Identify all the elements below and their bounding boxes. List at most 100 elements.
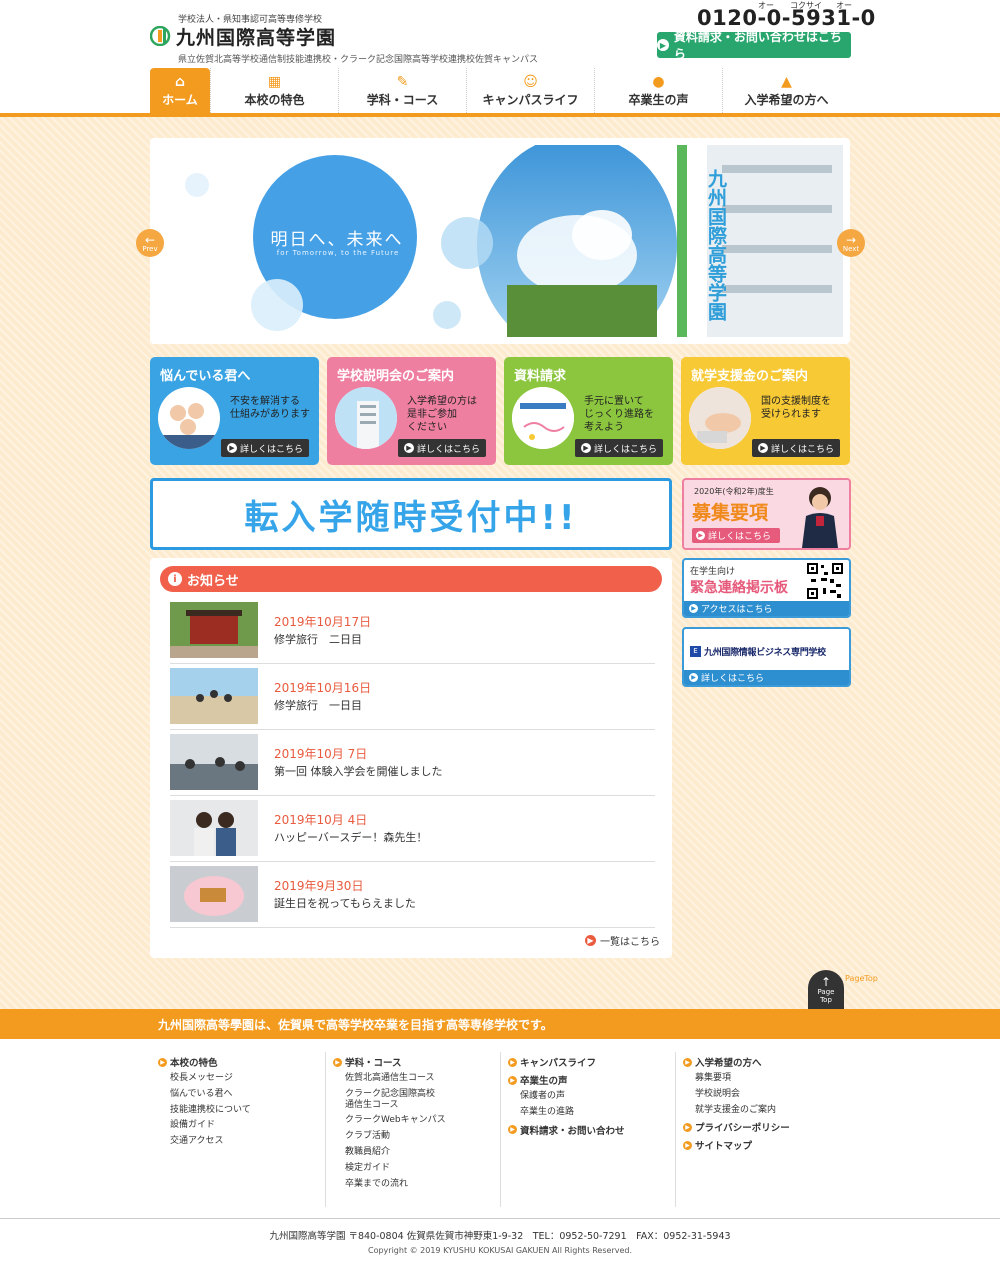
footer-link[interactable]: 募集要項 xyxy=(683,1073,790,1084)
card-details-button[interactable]: ▶ 詳しくはこちら xyxy=(751,439,840,457)
home-icon: ⌂ xyxy=(174,74,186,90)
footer-link-courses[interactable]: ▶ 学科・コース xyxy=(333,1055,446,1069)
news-thumbnail[interactable] xyxy=(170,602,258,658)
footer-link-contact[interactable]: ▶ 資料請求・お問い合わせ xyxy=(508,1123,625,1137)
qr-code-icon xyxy=(806,562,844,600)
footer-tagline: 九州国際高等學園は、佐賀県で高等学校卒業を目指す高等専修学校です。 xyxy=(0,1009,1000,1039)
recruit-banner[interactable]: 2020年(令和2年)度生 募集要項 ▶ 詳しくはこちら xyxy=(682,478,851,550)
footer-link[interactable]: 通信生コース xyxy=(333,1100,446,1111)
slider-next-button[interactable]: → Next xyxy=(837,229,865,257)
hero-slider[interactable]: 明日へ、未来へ for Tomorrow, to the Future 九州国際… xyxy=(150,138,850,344)
nav-item-features[interactable]: ▦ 本校の特色 xyxy=(210,68,338,113)
footer-link[interactable]: 保護者の声 xyxy=(508,1091,625,1102)
card-support-fund[interactable]: 就学支援金のご案内 国の支援制度を 受けられます ▶ 詳しくはこちら xyxy=(681,357,850,465)
news-item[interactable]: 2019年10月 4日 ハッピーバースデー！森先生！ xyxy=(170,796,655,862)
arrow-right-icon: ▶ xyxy=(508,1125,517,1135)
news-title[interactable]: 第一回 体験入学会を開催しました xyxy=(274,763,443,779)
footer-link[interactable]: 卒業生の進路 xyxy=(508,1107,625,1118)
footer-link[interactable]: 技能連携校について xyxy=(158,1105,251,1116)
arrow-right-icon: ▶ xyxy=(683,1057,692,1067)
nav-item-campus-life[interactable]: ☺ キャンパスライフ xyxy=(466,68,594,113)
emergency-title: 緊急連絡掲示板 xyxy=(690,580,788,596)
recruit-button[interactable]: ▶ 詳しくはこちら xyxy=(692,528,780,543)
card-info-session[interactable]: 学校説明会のご案内 入学希望の方は 是非ご参加 ください ▶ 詳しくはこちら xyxy=(327,357,496,465)
news-heading: i お知らせ xyxy=(160,566,662,592)
building-icon: ▦ xyxy=(267,74,282,90)
news-item[interactable]: 2019年10月 7日 第一回 体験入学会を開催しました xyxy=(170,730,655,796)
hero-tagline-sub: for Tomorrow, to the Future xyxy=(276,249,400,257)
footer-link[interactable]: クラーク記念国際高校 xyxy=(333,1089,446,1100)
nav-item-home[interactable]: ⌂ ホーム xyxy=(150,68,210,113)
slider-prev-button[interactable]: ← Prev xyxy=(136,229,164,257)
nav-item-courses[interactable]: ✎ 学科・コース xyxy=(338,68,466,113)
news-more-link[interactable]: ▶ 一覧はこちら xyxy=(585,933,660,948)
transfer-banner[interactable]: 転入学随時受付中!! xyxy=(150,478,672,550)
footer-link[interactable]: 佐賀北高通信生コース xyxy=(333,1073,446,1084)
news-title[interactable]: ハッピーバースデー！森先生！ xyxy=(274,829,427,845)
footer-link[interactable]: 卒業までの流れ xyxy=(333,1179,446,1190)
news-title[interactable]: 修学旅行 一日目 xyxy=(274,697,362,713)
news-item[interactable]: 2019年10月16日 修学旅行 一日目 xyxy=(170,664,655,730)
footer-link[interactable]: 交通アクセス xyxy=(158,1136,251,1147)
footer-link[interactable]: 校長メッセージ xyxy=(158,1073,251,1084)
card-details-button[interactable]: ▶ 詳しくはこちら xyxy=(574,439,663,457)
footer-link-graduates[interactable]: ▶ 卒業生の声 xyxy=(508,1073,625,1087)
nav-label: 入学希望の方へ xyxy=(744,93,829,107)
footer-link[interactable]: 学校説明会 xyxy=(683,1089,790,1100)
footer-address: 九州国際高等学園 〒840-0804 佐賀県佐賀市神野東1-9-32 TEL：0… xyxy=(269,1231,731,1242)
footer-link-features[interactable]: ▶ 本校の特色 xyxy=(158,1055,251,1069)
arrow-right-icon: ▶ xyxy=(683,1122,692,1132)
contact-button-label: 資料請求・お問い合わせはこちら xyxy=(673,30,842,61)
hero-tagline: 明日へ、未来へ xyxy=(270,230,404,250)
footer-link[interactable]: 就学支援金のご案内 xyxy=(683,1105,790,1116)
emergency-board[interactable]: 在学生向け 緊急連絡掲示板 ▶ アクセスはこちら xyxy=(682,558,851,618)
page-top-button[interactable]: ↑ Page Top xyxy=(808,970,844,1010)
footer-copyright: Copyright © 2019 KYUSHU KOKUSAI GAKUEN A… xyxy=(367,1246,633,1255)
nav-item-graduates[interactable]: ● 卒業生の声 xyxy=(594,68,722,113)
news-title[interactable]: 修学旅行 二日目 xyxy=(274,631,362,647)
nav-item-admissions[interactable]: ▲ 入学希望の方へ xyxy=(722,68,850,113)
school-logo-icon[interactable] xyxy=(150,26,172,46)
footer-link[interactable]: 悩んでいる君へ xyxy=(158,1089,251,1100)
school-name[interactable]: 九州国際高等学園 xyxy=(176,23,336,50)
page-top-link[interactable]: PageTop xyxy=(845,974,878,983)
business-button[interactable]: ▶ 詳しくはこちら xyxy=(684,670,849,685)
card-brochure[interactable]: 資料請求 手元に置いて じっくり進路を 考えよう ▶ 詳しくはこちら xyxy=(504,357,673,465)
footer-link-privacy[interactable]: ▶ プライバシーポリシー xyxy=(683,1120,790,1134)
news-item[interactable]: 2019年10月17日 修学旅行 二日目 xyxy=(170,598,655,664)
pencil-icon: ✎ xyxy=(396,74,409,90)
news-thumbnail[interactable] xyxy=(170,800,258,856)
footer-link[interactable]: クラークWebキャンパス xyxy=(333,1115,446,1126)
card-text: 不安を解消する 仕組みがあります xyxy=(230,396,310,420)
phone-number[interactable]: 0120-0-5931-0 xyxy=(697,6,876,30)
card-title: 悩んでいる君へ xyxy=(160,369,251,384)
footer-link-admissions[interactable]: ▶ 入学希望の方へ xyxy=(683,1055,790,1069)
card-text: 入学希望の方は 是非ご参加 ください xyxy=(407,396,477,433)
arrow-right-icon: ▶ xyxy=(508,1057,517,1067)
card-text: 手元に置いて じっくり進路を 考えよう xyxy=(584,396,654,433)
footer-link[interactable]: 教職員紹介 xyxy=(333,1147,446,1158)
news-thumbnail[interactable] xyxy=(170,734,258,790)
business-school-logo: E 九州国際情報ビジネス専門学校 xyxy=(690,645,826,658)
school-sign: 九州国際高等学園 xyxy=(705,169,727,321)
card-details-button[interactable]: ▶ 詳しくはこちら xyxy=(220,439,309,457)
footer-rule xyxy=(0,1218,1000,1219)
business-school-name: 九州国際情報ビジネス専門学校 xyxy=(704,648,826,658)
news-title[interactable]: 誕生日を祝ってもらえました xyxy=(274,895,416,911)
card-worried[interactable]: 悩んでいる君へ 不安を解消する 仕組みがあります ▶ 詳しくはこちら xyxy=(150,357,319,465)
footer-link[interactable]: 検定ガイド xyxy=(333,1163,446,1174)
footer-link-campus-life[interactable]: ▶ キャンパスライフ xyxy=(508,1055,625,1069)
footer-link-sitemap[interactable]: ▶ サイトマップ xyxy=(683,1138,790,1152)
footer-link[interactable]: 設備ガイド xyxy=(158,1120,251,1131)
main-nav: ⌂ ホーム ▦ 本校の特色 ✎ 学科・コース ☺ キャンパスライフ ● 卒業生の… xyxy=(150,68,850,113)
business-school-banner[interactable]: E 九州国際情報ビジネス専門学校 ▶ 詳しくはこちら xyxy=(682,627,851,687)
footer-link[interactable]: クラブ活動 xyxy=(333,1131,446,1142)
arrow-right-icon: ▶ xyxy=(689,604,698,613)
emergency-button[interactable]: ▶ アクセスはこちら xyxy=(684,601,849,616)
contact-button[interactable]: ▶ 資料請求・お問い合わせはこちら xyxy=(657,30,851,61)
card-details-button[interactable]: ▶ 詳しくはこちら xyxy=(397,439,486,457)
news-thumbnail[interactable] xyxy=(170,668,258,724)
news-item[interactable]: 2019年9月30日 誕生日を祝ってもらえました xyxy=(170,862,655,928)
news-thumbnail[interactable] xyxy=(170,866,258,922)
news-date: 2019年9月30日 xyxy=(274,879,364,893)
